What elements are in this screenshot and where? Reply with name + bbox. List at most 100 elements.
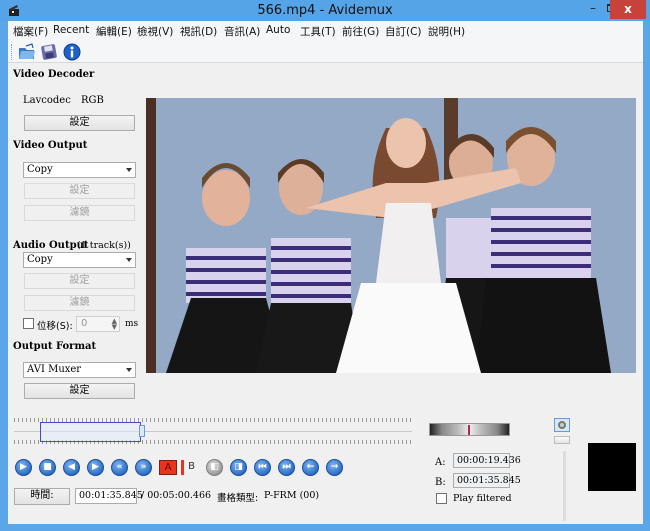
info-icon[interactable]	[63, 43, 81, 61]
marker-b-icon: B	[188, 461, 195, 472]
toolbar	[8, 41, 643, 63]
spin-arrows-icon[interactable]: ▲ ▼	[112, 318, 117, 331]
forward-60s-button[interactable]: →	[326, 459, 343, 476]
play-button[interactable]: ▶	[15, 459, 32, 476]
goto-last-frame-button[interactable]: ⏭	[278, 459, 295, 476]
current-time-field[interactable]: 00:01:35.845	[75, 488, 143, 504]
menu-file[interactable]: 檔案(F)	[13, 24, 48, 39]
back-60s-button[interactable]: ←	[302, 459, 319, 476]
time-button[interactable]: 時間:	[14, 488, 70, 505]
prev-keyframe-button[interactable]: «	[111, 459, 128, 476]
audio-codec-value: Copy	[27, 254, 53, 265]
video-output-settings-button[interactable]: 設定	[24, 183, 135, 199]
volume-slider-track[interactable]	[563, 451, 566, 521]
stop-icon: ■	[43, 462, 52, 472]
menu-go[interactable]: 前往(G)	[342, 24, 379, 39]
chevron-down-icon	[126, 258, 132, 262]
volume-icon[interactable]	[554, 418, 570, 432]
volume-slider-thumb[interactable]	[554, 436, 570, 444]
audio-codec-select[interactable]: Copy	[23, 252, 136, 268]
menu-bar: 檔案(F) Recent 編輯(E) 檢視(V) 視訊(D) 音訊(A) Aut…	[8, 21, 643, 41]
timeline-cursor-handle[interactable]	[138, 425, 145, 437]
arrow-right-icon: ▶	[92, 462, 99, 472]
menu-video[interactable]: 視訊(D)	[180, 24, 217, 39]
save-disk-icon[interactable]	[40, 43, 58, 61]
next-black-frame-button[interactable]: ◨	[230, 459, 247, 476]
chevron-down-icon	[126, 168, 132, 172]
skip-end-icon: ⏭	[282, 462, 291, 472]
ab-selection-range	[39, 422, 141, 442]
play-filtered-checkbox[interactable]	[436, 493, 447, 504]
menu-audio[interactable]: 音訊(A)	[224, 24, 260, 39]
set-marker-b-button[interactable]: B	[181, 460, 199, 475]
skip-start-icon: ⏮	[258, 462, 267, 472]
output-format-settings-button[interactable]: 設定	[24, 383, 135, 399]
window-title: 566.mp4 - Avidemux	[257, 3, 393, 18]
goto-first-frame-button[interactable]: ⏮	[254, 459, 271, 476]
menu-edit[interactable]: 編輯(E)	[96, 24, 132, 39]
next-frame-button[interactable]: ▶	[87, 459, 104, 476]
audio-shift-label: 位移(S):	[37, 321, 73, 332]
audio-shift-checkbox[interactable]	[23, 318, 34, 329]
total-duration: / 00:05:00.466	[141, 490, 212, 501]
menu-view[interactable]: 檢視(V)	[137, 24, 173, 39]
main-client-area: 檔案(F) Recent 編輯(E) 檢視(V) 視訊(D) 音訊(A) Aut…	[8, 21, 643, 524]
video-preview-frame	[146, 98, 636, 373]
marker-a-time: 00:00:19.436	[453, 453, 521, 468]
video-output-filters-button[interactable]: 濾鏡	[24, 205, 135, 221]
toolbar-grip[interactable]	[11, 44, 13, 60]
minimize-button[interactable]: –	[583, 0, 603, 20]
video-codec-value: Copy	[27, 164, 53, 175]
decoder-name: Lavcodec	[23, 95, 71, 106]
marker-b-time: 00:01:35.845	[453, 473, 521, 488]
menu-auto[interactable]: Auto	[266, 24, 290, 36]
stop-button[interactable]: ■	[39, 459, 56, 476]
next-black-icon: ◨	[234, 462, 243, 472]
audio-track-count: (1 track(s))	[77, 240, 131, 251]
prev-frame-button[interactable]: ◀	[63, 459, 80, 476]
frame-type-value: P-FRM (00)	[264, 490, 320, 501]
timeline-slider[interactable]	[14, 418, 412, 446]
video-decoder-settings-button[interactable]: 設定	[24, 115, 135, 131]
audio-output-settings-button[interactable]: 設定	[24, 273, 135, 289]
avidemux-window: 566.mp4 - Avidemux – x 檔案(F) Recent 編輯(E…	[0, 0, 650, 531]
next-keyframe-button[interactable]: »	[135, 459, 152, 476]
shuttle-needle	[468, 425, 470, 435]
play-filtered-label: Play filtered	[453, 493, 512, 504]
rewind-icon: «	[116, 462, 123, 472]
decoder-colorspace: RGB	[81, 95, 104, 106]
open-folder-icon[interactable]	[18, 43, 36, 61]
set-marker-a-button[interactable]: A	[159, 460, 177, 475]
video-output-title: Video Output	[13, 140, 88, 151]
menu-help[interactable]: 說明(H)	[428, 24, 465, 39]
close-button[interactable]: x	[610, 0, 646, 19]
menu-tools[interactable]: 工具(T)	[300, 24, 336, 39]
menu-recent[interactable]: Recent	[53, 24, 89, 36]
chevron-down-icon	[126, 368, 132, 372]
output-format-title: Output Format	[13, 341, 97, 352]
title-bar: 566.mp4 - Avidemux – x	[0, 0, 650, 21]
marker-a-icon: A	[164, 462, 172, 473]
marker-b-label: B:	[435, 477, 446, 488]
back-60-icon: ←	[306, 462, 315, 472]
play-icon: ▶	[20, 462, 27, 472]
menu-custom[interactable]: 自訂(C)	[385, 24, 422, 39]
audio-shift-value: 0	[81, 318, 88, 329]
video-codec-select[interactable]: Copy	[23, 162, 136, 178]
audio-output-filters-button[interactable]: 濾鏡	[24, 295, 135, 311]
speaker-knob-icon	[558, 421, 566, 429]
muxer-value: AVI Muxer	[27, 364, 82, 375]
audio-shift-spinbox[interactable]: 0 ▲ ▼	[76, 316, 120, 332]
frame-type-label: 畫格類型:	[217, 493, 259, 504]
audio-shift-unit: ms	[125, 319, 139, 329]
arrow-left-icon: ◀	[68, 462, 75, 472]
prev-black-icon: ◧	[210, 462, 219, 472]
fast-forward-icon: »	[140, 462, 147, 472]
marker-a-label: A:	[435, 457, 446, 468]
audio-meter-display	[588, 443, 636, 491]
muxer-select[interactable]: AVI Muxer	[23, 362, 136, 378]
prev-black-frame-button[interactable]: ◧	[206, 459, 223, 476]
jog-shuttle[interactable]	[429, 423, 510, 436]
forward-60-icon: →	[330, 462, 339, 472]
video-decoder-title: Video Decoder	[13, 69, 95, 80]
